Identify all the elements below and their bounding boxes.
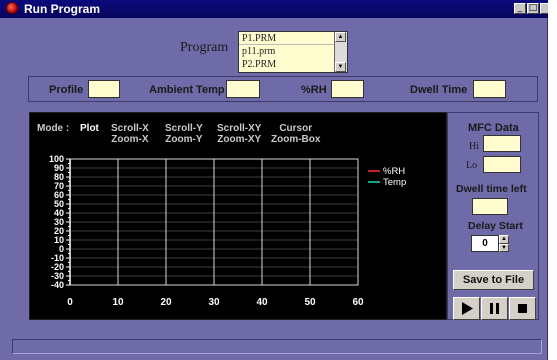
x-tick-label: 0 [67, 297, 73, 308]
y-tick-label: -40 [51, 280, 64, 290]
pause-icon [490, 303, 499, 314]
x-tick-label: 30 [208, 297, 220, 308]
profile-label: Profile [49, 84, 84, 96]
ambient-temp-field[interactable] [226, 80, 260, 98]
mfc-data-title: MFC Data [468, 122, 519, 134]
stop-button[interactable] [509, 297, 536, 320]
rh-field[interactable] [331, 80, 364, 98]
close-button[interactable] [540, 3, 548, 14]
x-tick-label: 10 [112, 297, 124, 308]
stop-icon [518, 304, 527, 313]
legend-label-temp: Temp [383, 177, 406, 188]
title-bar[interactable]: Run Program _ □ [0, 0, 548, 18]
delay-start-input[interactable]: 0 [471, 235, 499, 252]
pause-button[interactable] [481, 297, 508, 320]
delay-down-icon[interactable]: ▼ [499, 244, 509, 252]
delay-up-icon[interactable]: ▲ [499, 235, 509, 244]
program-label: Program [180, 40, 229, 55]
legend-label-rh: %RH [383, 166, 405, 177]
save-to-file-button[interactable]: Save to File [453, 270, 534, 290]
lo-field[interactable] [483, 156, 521, 173]
maximize-button[interactable]: □ [527, 3, 539, 14]
window-title: Run Program [24, 2, 101, 16]
x-tick-label: 20 [160, 297, 172, 308]
delay-start-label: Delay Start [468, 220, 523, 232]
dwell-time-field[interactable] [473, 80, 506, 98]
run-program-window: Run Program _ □ Program P1.PRM p11.prm P… [0, 0, 548, 360]
list-divider [239, 44, 335, 45]
minimize-button[interactable]: _ [514, 3, 526, 14]
program-scrollbar[interactable]: ▲ ▼ [334, 32, 347, 72]
parameters-panel: Profile Ambient Temp %RH Dwell Time [28, 76, 538, 102]
program-item-p2[interactable]: P2.PRM [242, 59, 276, 70]
dwell-time-left-field[interactable] [472, 198, 508, 215]
rh-label: %RH [301, 84, 327, 96]
x-tick-label: 50 [304, 297, 316, 308]
dwell-time-label: Dwell Time [410, 84, 468, 96]
hi-field[interactable] [483, 135, 521, 152]
lo-label: Lo [466, 160, 478, 171]
hi-label: Hi [469, 141, 479, 152]
dwell-time-left-label: Dwell time left [456, 183, 527, 195]
program-listbox[interactable]: P1.PRM p11.prm P2.PRM ▲ ▼ [238, 31, 348, 73]
play-button[interactable] [453, 297, 480, 320]
play-icon [462, 302, 473, 315]
x-tick-label: 60 [352, 297, 364, 308]
ambient-temp-label: Ambient Temp [149, 84, 225, 96]
x-tick-label: 40 [256, 297, 268, 308]
scroll-down-icon[interactable]: ▼ [335, 62, 346, 72]
program-item-p1[interactable]: P1.PRM [242, 33, 276, 44]
profile-field[interactable] [88, 80, 120, 98]
program-item-p11[interactable]: p11.prm [242, 46, 275, 57]
temperature-humidity-chart[interactable]: 0 10 20 30 40 50 601009080706050403020100-10-2… [30, 113, 446, 319]
status-bar [12, 339, 542, 354]
chart-panel: Mode : Plot Scroll-X Zoom-X Scroll-Y Zoo… [29, 112, 447, 320]
scroll-up-icon[interactable]: ▲ [335, 32, 346, 42]
app-logo-icon [6, 2, 18, 14]
